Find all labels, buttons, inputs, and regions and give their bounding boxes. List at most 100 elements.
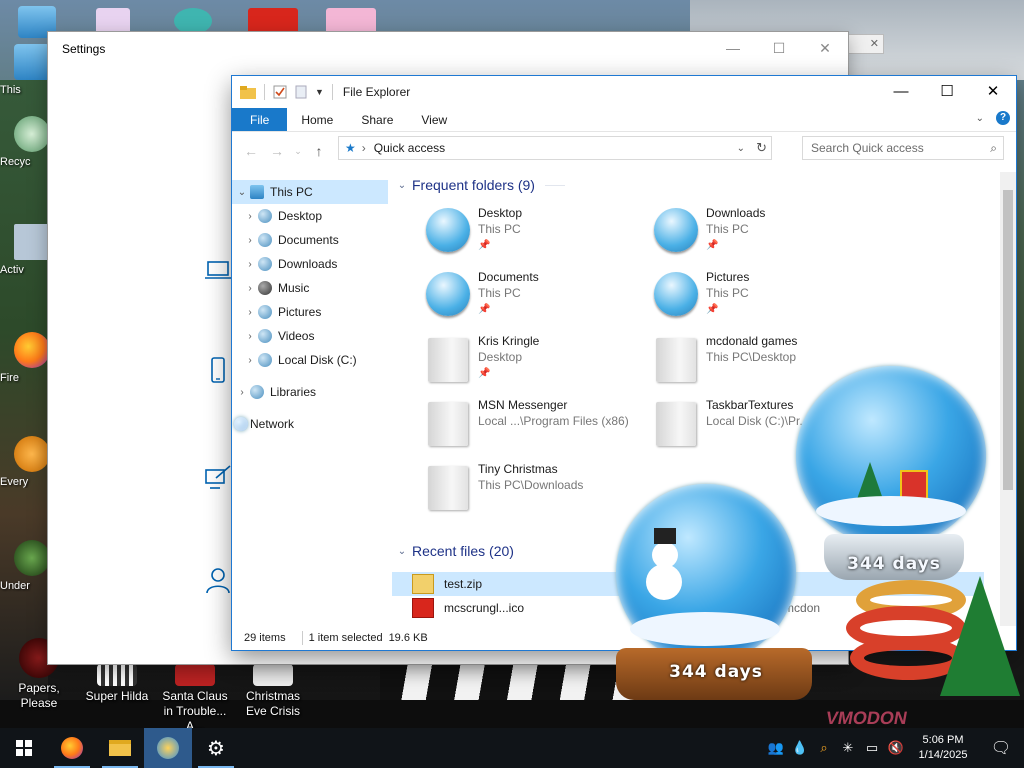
recent-locations-icon[interactable]: ⌄: [290, 146, 306, 157]
expand-ribbon-icon[interactable]: ⌄: [976, 113, 984, 124]
address-bar[interactable]: ★ › Quick access ⌄ ↻: [338, 136, 772, 160]
snow-globe-widget-large[interactable]: 344 days: [790, 366, 990, 586]
close-button[interactable]: ✕: [970, 76, 1016, 108]
taskbar-settings[interactable]: ⚙: [192, 728, 240, 768]
up-button[interactable]: ↑: [306, 143, 332, 159]
taskbar-pinned-app[interactable]: [144, 728, 192, 768]
frequent-folders-header[interactable]: ⌄ Frequent folders (9): [392, 172, 1000, 198]
expand-arrow-icon[interactable]: ⌄: [234, 187, 250, 198]
nav-item-this-pc[interactable]: ⌄ This PC: [232, 180, 388, 204]
close-button[interactable]: ✕: [802, 32, 848, 64]
nav-item-downloads[interactable]: › Downloads: [232, 252, 388, 276]
expand-arrow-icon[interactable]: ›: [242, 235, 258, 246]
snowflake-icon[interactable]: ✳: [836, 740, 860, 756]
new-folder-icon[interactable]: [295, 85, 307, 99]
desktop-icon-activation[interactable]: Activ: [0, 224, 48, 276]
expand-arrow-icon[interactable]: ›: [242, 355, 258, 366]
snowman-head: [652, 542, 678, 568]
snow-globe-widget-small[interactable]: 344 days: [612, 484, 818, 704]
network-tray-icon[interactable]: ▭: [860, 740, 884, 756]
desktop-icon-christmas-eve[interactable]: Christmas Eve Crisis: [236, 664, 310, 719]
breadcrumb-chevron-icon[interactable]: ›: [362, 141, 366, 155]
pin-icon: 📌: [478, 368, 491, 379]
clock[interactable]: 5:06 PM 1/14/2025: [908, 733, 978, 763]
folder-tile-msn-messenger[interactable]: MSN Messenger Local ...\Program Files (x…: [392, 394, 629, 454]
chevron-down-icon[interactable]: ▼: [315, 87, 324, 97]
search-tray-icon[interactable]: ⌕: [812, 740, 836, 756]
desktop-icon-santa-claus[interactable]: Santa Claus in Trouble... A...: [156, 664, 234, 734]
minimize-button[interactable]: —: [878, 76, 924, 108]
expand-arrow-icon[interactable]: ›: [234, 387, 250, 398]
desktop-icon-top-5[interactable]: [326, 8, 376, 34]
tab-file[interactable]: File: [232, 108, 288, 131]
taskbar-firefox[interactable]: [48, 728, 96, 768]
close-icon[interactable]: ✕: [870, 37, 879, 50]
desktop-icon-this-pc[interactable]: This: [0, 44, 48, 96]
refresh-icon[interactable]: ↻: [756, 140, 767, 156]
tab-share[interactable]: Share: [347, 108, 407, 131]
expand-arrow-icon[interactable]: ›: [242, 259, 258, 270]
expand-arrow-icon[interactable]: ›: [242, 283, 258, 294]
start-button[interactable]: [0, 728, 48, 768]
desktop-icon-everything[interactable]: Every: [0, 436, 48, 488]
address-text: Quick access: [373, 141, 446, 155]
christmas-tree-decoration: [940, 576, 1020, 696]
collapse-chevron-icon[interactable]: ⌄: [392, 546, 412, 557]
maximize-button[interactable]: ☐: [756, 32, 802, 64]
desktop-icon-top-4[interactable]: [248, 8, 298, 34]
activation-icon: [14, 224, 48, 260]
minimize-button[interactable]: —: [710, 32, 756, 64]
nav-item-libraries[interactable]: › Libraries: [232, 380, 388, 404]
maximize-button[interactable]: ☐: [924, 76, 970, 108]
volume-muted-icon[interactable]: 🔇: [884, 740, 908, 756]
address-dropdown-icon[interactable]: ⌄: [737, 143, 745, 154]
vertical-scrollbar[interactable]: [1000, 172, 1016, 626]
taskbar-file-explorer[interactable]: [96, 728, 144, 768]
nav-item-desktop[interactable]: › Desktop: [232, 204, 388, 228]
properties-icon[interactable]: [273, 85, 287, 99]
toolbar-divider: [264, 84, 265, 100]
laptop-icon[interactable]: [204, 256, 232, 284]
desktop-icon-top-2[interactable]: [96, 8, 130, 34]
folder-tile-pictures[interactable]: Pictures This PC 📌: [620, 266, 840, 326]
nav-item-documents[interactable]: › Documents: [232, 228, 388, 252]
pen-display-icon[interactable]: [204, 464, 232, 492]
desktop-icon-firefox[interactable]: Fire: [0, 332, 48, 384]
search-input[interactable]: Search Quick access ⌕: [802, 136, 1004, 160]
expand-arrow-icon[interactable]: ›: [242, 307, 258, 318]
phone-icon[interactable]: [204, 356, 232, 384]
quick-access-toolbar: ▼: [240, 84, 333, 100]
scrollbar-thumb[interactable]: [1003, 190, 1013, 490]
people-icon[interactable]: 👥: [764, 740, 788, 756]
folder-tile-downloads[interactable]: Downloads This PC 📌: [620, 202, 840, 262]
nav-item-network[interactable]: › Network: [232, 412, 388, 436]
title-bar[interactable]: ▼ File Explorer — ☐ ✕: [232, 76, 1016, 108]
desktop-icon-undertale[interactable]: Under: [0, 540, 48, 592]
help-icon[interactable]: ?: [996, 111, 1010, 125]
nav-item-pictures[interactable]: › Pictures: [232, 300, 388, 324]
desktop-icon-super-hilda[interactable]: Super Hilda: [80, 664, 154, 704]
nav-item-videos[interactable]: › Videos: [232, 324, 388, 348]
collapse-chevron-icon[interactable]: ⌄: [392, 180, 412, 191]
expand-arrow-icon[interactable]: ›: [242, 331, 258, 342]
tab-home[interactable]: Home: [287, 108, 347, 131]
folder-tile-desktop[interactable]: Desktop This PC 📌: [392, 202, 612, 262]
back-button[interactable]: ←: [238, 143, 264, 159]
person-icon[interactable]: [204, 566, 232, 594]
folder-tile-tiny-christmas[interactable]: Tiny Christmas This PC\Downloads: [392, 458, 612, 518]
folder-tile-documents[interactable]: Documents This PC 📌: [392, 266, 612, 326]
downloads-folder-icon: [654, 208, 698, 252]
expand-arrow-icon[interactable]: ›: [242, 211, 258, 222]
nav-item-local-disk[interactable]: › Local Disk (C:): [232, 348, 388, 372]
nav-item-music[interactable]: › Music: [232, 276, 388, 300]
forward-button[interactable]: →: [264, 143, 290, 159]
folder-tile-kris-kringle[interactable]: Kris Kringle Desktop 📌: [392, 330, 612, 390]
pin-icon: 📌: [706, 304, 719, 315]
this-pc-icon: [250, 185, 264, 199]
desktop-icon-recycle-bin[interactable]: Recyc: [0, 116, 48, 168]
droplet-icon[interactable]: 💧: [788, 740, 812, 756]
tab-view[interactable]: View: [407, 108, 461, 131]
notifications-icon[interactable]: 🗨: [978, 738, 1024, 758]
item-count: 29 items: [244, 632, 286, 644]
desktop-icon-top-3[interactable]: [174, 8, 212, 34]
